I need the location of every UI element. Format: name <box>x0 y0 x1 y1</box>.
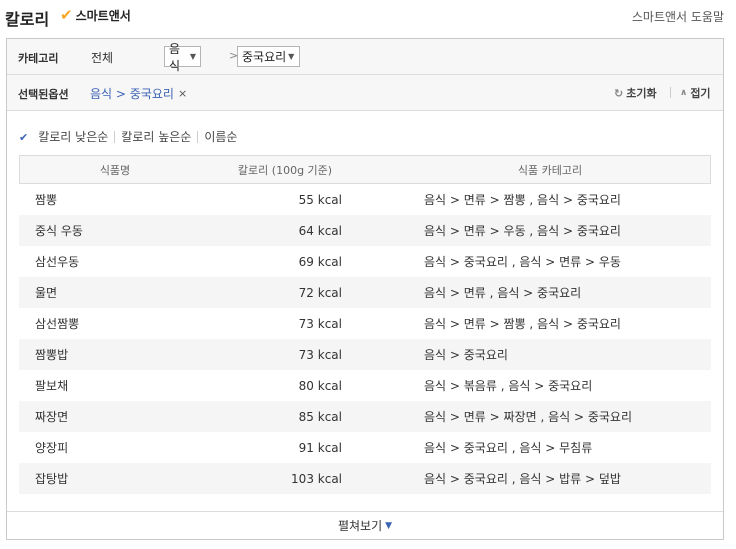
chevron-down-icon: ▼ <box>385 520 393 531</box>
food-name[interactable]: 짬뽕 <box>19 191 210 208</box>
food-calorie: 85 kcal <box>298 409 342 424</box>
food-name[interactable]: 잡탕밥 <box>19 470 210 487</box>
food-calorie: 55 kcal <box>298 192 342 207</box>
category-label: 카테고리 <box>18 52 59 65</box>
selected-options-label: 선택된옵션 <box>18 88 69 101</box>
food-calorie: 73 kcal <box>298 347 342 362</box>
collapse-label: 접기 <box>690 87 711 100</box>
food-category: 음식 > 면류 , 음식 > 중국요리 <box>424 286 582 300</box>
sort-options: ✔ 칼로리 낮은순 칼로리 높은순 이름순 <box>19 129 243 145</box>
expand-button[interactable]: 펼쳐보기 ▼ <box>7 511 723 539</box>
food-calorie: 69 kcal <box>298 254 342 269</box>
food-name[interactable]: 삼선짬뽕 <box>19 315 210 332</box>
food-category: 음식 > 중국요리 <box>424 348 508 362</box>
table-row[interactable]: 짬뽕밥 73 kcal 음식 > 중국요리 <box>19 339 711 370</box>
category-select-level2[interactable]: 중국요리 ▼ <box>237 46 300 67</box>
sort-calorie-asc[interactable]: 칼로리 낮은순 <box>32 131 116 143</box>
food-calorie: 91 kcal <box>298 440 342 455</box>
category-select-level2-value: 중국요리 <box>242 50 287 64</box>
selected-option-chip: 음식 > 중국요리 × <box>90 85 187 102</box>
chevron-down-icon: ▼ <box>288 52 295 61</box>
table-row[interactable]: 짜장면 85 kcal 음식 > 면류 > 짜장면 , 음식 > 중국요리 <box>19 401 711 432</box>
selected-option-path: 음식 > 중국요리 <box>90 87 174 101</box>
brand-logo[interactable]: ✔ 스마트앤서 <box>60 7 131 24</box>
divider <box>670 87 671 98</box>
food-category: 음식 > 중국요리 , 음식 > 밥류 > 덮밥 <box>424 472 621 486</box>
food-name[interactable]: 짬뽕밥 <box>19 346 210 363</box>
category-select-level1-value: 음식 <box>169 41 181 73</box>
help-link[interactable]: 스마트앤서 도움말 <box>632 8 724 25</box>
reset-label: 초기화 <box>626 87 657 100</box>
food-calorie: 64 kcal <box>298 223 342 238</box>
check-icon: ✔ <box>19 130 29 144</box>
food-category: 음식 > 면류 > 짬뽕 , 음식 > 중국요리 <box>424 193 621 207</box>
food-name[interactable]: 울면 <box>19 284 210 301</box>
food-name[interactable]: 양장피 <box>19 439 210 456</box>
food-calorie: 103 kcal <box>291 471 342 486</box>
category-all[interactable]: 전체 <box>91 49 113 66</box>
column-header-calorie: 칼로리 (100g 기준) <box>237 163 333 177</box>
collapse-button[interactable]: ∧ 접기 <box>680 85 711 101</box>
calorie-panel: 카테고리 전체 음식 ▼ > 중국요리 ▼ 선택된옵션 음식 > 중국요리 × … <box>6 38 724 540</box>
food-category: 음식 > 면류 > 짜장면 , 음식 > 중국요리 <box>424 410 633 424</box>
chevron-up-icon: ∧ <box>680 88 688 98</box>
category-select-level1[interactable]: 음식 ▼ <box>164 42 201 73</box>
table-header: 식품명 칼로리 (100g 기준) 식품 카테고리 <box>19 155 711 184</box>
table-row[interactable]: 울면 72 kcal 음식 > 면류 , 음식 > 중국요리 <box>19 277 711 308</box>
reset-button[interactable]: ↻ 초기화 <box>614 85 657 101</box>
check-logo-icon: ✔ <box>60 6 73 24</box>
column-header-category: 식품 카테고리 <box>517 163 583 177</box>
table-row[interactable]: 중식 우동 64 kcal 음식 > 면류 > 우동 , 음식 > 중국요리 <box>19 215 711 246</box>
table-row[interactable]: 짬뽕 55 kcal 음식 > 면류 > 짬뽕 , 음식 > 중국요리 <box>19 184 711 215</box>
chevron-down-icon: ▼ <box>189 52 196 61</box>
food-category: 음식 > 중국요리 , 음식 > 무침류 <box>424 441 593 455</box>
expand-label: 펼쳐보기 <box>337 519 383 533</box>
food-name[interactable]: 팔보채 <box>19 377 210 394</box>
refresh-icon: ↻ <box>614 86 624 100</box>
selected-options-row: 선택된옵션 음식 > 중국요리 × ↻ 초기화 ∧ 접기 <box>7 75 723 111</box>
table-row[interactable]: 잡탕밥 103 kcal 음식 > 중국요리 , 음식 > 밥류 > 덮밥 <box>19 463 711 494</box>
table-row[interactable]: 양장피 91 kcal 음식 > 중국요리 , 음식 > 무침류 <box>19 432 711 463</box>
food-category: 음식 > 면류 > 짬뽕 , 음식 > 중국요리 <box>424 317 621 331</box>
column-header-name: 식품명 <box>99 163 131 177</box>
food-category: 음식 > 중국요리 , 음식 > 면류 > 우동 <box>424 255 621 269</box>
table-row[interactable]: 삼선짬뽕 73 kcal 음식 > 면류 > 짬뽕 , 음식 > 중국요리 <box>19 308 711 339</box>
brand-label: 스마트앤서 <box>75 9 131 23</box>
food-calorie: 73 kcal <box>298 316 342 331</box>
food-category: 음식 > 면류 > 우동 , 음식 > 중국요리 <box>424 224 621 238</box>
table-row[interactable]: 삼선우동 69 kcal 음식 > 중국요리 , 음식 > 면류 > 우동 <box>19 246 711 277</box>
food-category: 음식 > 볶음류 , 음식 > 중국요리 <box>424 379 593 393</box>
header: 칼로리 ✔ 스마트앤서 스마트앤서 도움말 <box>0 0 736 36</box>
calorie-table: 식품명 칼로리 (100g 기준) 식품 카테고리 짬뽕 55 kcal 음식 … <box>19 155 711 494</box>
food-name[interactable]: 삼선우동 <box>19 253 210 270</box>
food-calorie: 72 kcal <box>298 285 342 300</box>
food-calorie: 80 kcal <box>298 378 342 393</box>
page-title: 칼로리 <box>5 10 50 29</box>
remove-option-icon[interactable]: × <box>178 87 187 100</box>
table-row[interactable]: 팔보채 80 kcal 음식 > 볶음류 , 음식 > 중국요리 <box>19 370 711 401</box>
sort-calorie-desc[interactable]: 칼로리 높은순 <box>115 131 199 143</box>
food-name[interactable]: 중식 우동 <box>19 222 210 239</box>
category-row: 카테고리 전체 음식 ▼ > 중국요리 ▼ <box>7 39 723 75</box>
sort-name[interactable]: 이름순 <box>198 131 243 143</box>
food-name[interactable]: 짜장면 <box>19 408 210 425</box>
